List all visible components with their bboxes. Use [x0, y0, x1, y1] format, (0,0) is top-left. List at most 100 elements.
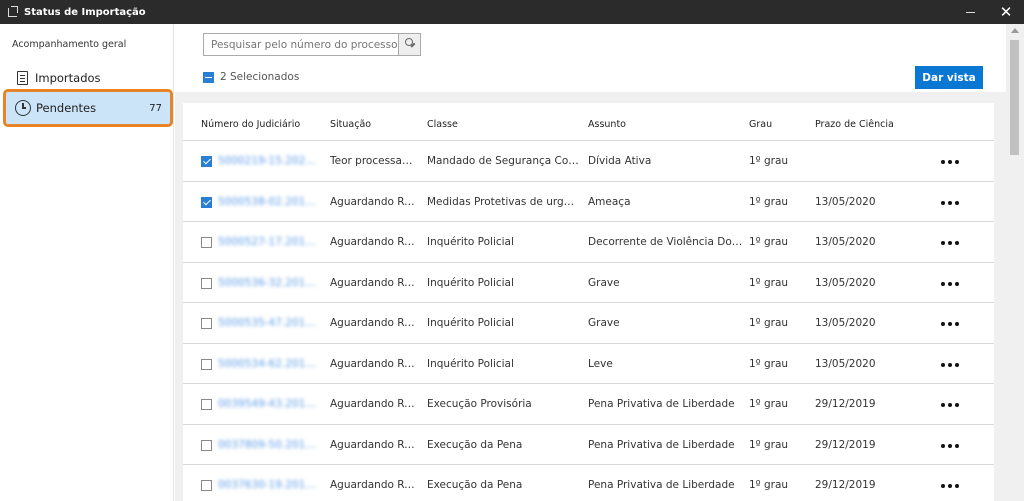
row-checkbox[interactable]: [201, 277, 212, 289]
search-button[interactable]: [399, 33, 421, 56]
dar-vista-button[interactable]: Dar vista: [915, 66, 983, 89]
header-situacao[interactable]: Situação: [330, 119, 371, 130]
table-header: Número do Judiciário Situação Classe Ass…: [183, 103, 994, 141]
classe-cell: Inquérito Policial: [427, 236, 514, 248]
situacao-cell: Aguardando Recebimento: [330, 317, 418, 329]
row-checkbox[interactable]: [201, 318, 212, 329]
numero-link[interactable]: 0039549-43.2019.8.24.0: [218, 398, 318, 410]
window-title: Status de Importação: [24, 6, 146, 18]
classe-cell: Inquérito Policial: [427, 276, 514, 289]
toolbar: 2 Selecionados Dar vista: [175, 24, 1006, 92]
scroll-up-icon[interactable]: [1011, 28, 1019, 33]
grau-cell: 1º grau: [749, 398, 789, 410]
situacao-cell: Teor processado com sucesso: [330, 155, 418, 167]
header-numero[interactable]: Número do Judiciário: [201, 119, 300, 130]
assunto-cell: Pena Privativa de Liberdade: [588, 398, 735, 410]
more-options-icon[interactable]: [941, 241, 959, 245]
numero-link[interactable]: 0037630-19.2019.8.24.0: [218, 479, 318, 491]
classe-cell: Inquérito Policial: [427, 317, 514, 329]
sidebar: Acompanhamento geral Importados Pendente…: [0, 24, 174, 501]
table-row[interactable]: 0037630-19.2019.8.24.0 Aguardando Recebim…: [183, 465, 994, 501]
grau-cell: 1º grau: [749, 357, 789, 370]
row-checkbox[interactable]: [201, 480, 212, 491]
more-options-icon[interactable]: [941, 362, 959, 367]
process-table: Número do Judiciário Situação Classe Ass…: [183, 103, 994, 501]
assunto-cell: Leve: [588, 357, 613, 370]
table-row[interactable]: 5000534-62.2019.8.24.0 Aguardando Recebim…: [183, 344, 994, 384]
assunto-cell: Decorrente de Violência Doméstica: [588, 236, 744, 248]
numero-link[interactable]: 5000535-47.2019.8.24.0: [218, 317, 318, 329]
table-row[interactable]: 5000219-15.2020.8.24.0 Teor processado co…: [183, 141, 994, 182]
selection-indicator[interactable]: 2 Selecionados: [203, 71, 299, 83]
more-options-icon[interactable]: [941, 200, 959, 205]
row-checkbox[interactable]: [201, 156, 212, 167]
vertical-scrollbar[interactable]: [1006, 24, 1024, 501]
table-row[interactable]: 5000536-32.2019.8.24.0 Aguardando Recebim…: [183, 263, 994, 303]
classe-cell: Execução da Pena: [427, 438, 523, 451]
selection-count: 2 Selecionados: [220, 71, 300, 83]
more-options-icon[interactable]: [941, 322, 959, 326]
classe-cell: Execução Provisória: [427, 398, 532, 410]
numero-link[interactable]: 5000527-17.2019.8.24.0: [218, 236, 318, 248]
grau-cell: 1º grau: [749, 276, 789, 289]
grau-cell: 1º grau: [749, 317, 789, 329]
numero-link[interactable]: 5000536-32.2019.8.24.0: [218, 277, 318, 289]
document-icon: [17, 71, 28, 85]
search-box[interactable]: [203, 33, 399, 56]
search-input[interactable]: [211, 38, 398, 51]
table-row[interactable]: 0037809-50.2019.8.24.0 Aguardando Recebim…: [183, 425, 994, 465]
situacao-cell: Aguardando Recebimento: [330, 195, 418, 208]
table-row[interactable]: 0039549-43.2019.8.24.0 Aguardando Recebim…: [183, 384, 994, 425]
prazo-cell: 29/12/2019: [815, 438, 876, 451]
classe-cell: Medidas Protetivas de urgência: [427, 195, 580, 208]
situacao-cell: Aguardando Recebimento: [330, 398, 418, 410]
prazo-cell: 29/12/2019: [815, 479, 876, 491]
prazo-cell: 29/12/2019: [815, 398, 876, 410]
sidebar-item-importados[interactable]: Importados: [6, 62, 170, 94]
sidebar-item-label: Importados: [35, 71, 101, 85]
assunto-cell: Grave: [588, 317, 620, 329]
assunto-cell: Grave: [588, 276, 620, 289]
grau-cell: 1º grau: [749, 195, 789, 208]
clock-icon: [15, 100, 31, 116]
search-icon: [405, 38, 413, 46]
close-button[interactable]: ✕: [988, 0, 1024, 24]
more-options-icon[interactable]: [941, 484, 959, 488]
situacao-cell: Aguardando Recebimento: [330, 276, 418, 289]
numero-link[interactable]: 5000219-15.2020.8.24.0: [218, 155, 318, 167]
situacao-cell: Aguardando Recebimento: [330, 479, 418, 491]
title-bar: Status de Importação ✕: [0, 0, 1024, 24]
grau-cell: 1º grau: [749, 155, 789, 167]
row-checkbox[interactable]: [201, 399, 212, 410]
header-assunto[interactable]: Assunto: [588, 119, 626, 130]
classe-cell: Inquérito Policial: [427, 357, 514, 370]
row-checkbox[interactable]: [201, 439, 212, 451]
more-options-icon[interactable]: [941, 281, 959, 286]
sidebar-item-pendentes[interactable]: Pendentes 77: [3, 89, 173, 127]
row-checkbox[interactable]: [201, 237, 212, 248]
deselect-all-checkbox[interactable]: [203, 71, 214, 83]
numero-link[interactable]: 0037809-50.2019.8.24.0: [218, 439, 318, 451]
table-row[interactable]: 5000538-02.2019.8.24.0 Aguardando Recebim…: [183, 182, 994, 222]
header-classe[interactable]: Classe: [427, 119, 458, 130]
row-checkbox[interactable]: [201, 196, 212, 208]
prazo-cell: 13/05/2020: [815, 357, 876, 370]
table-row[interactable]: 5000535-47.2019.8.24.0 Aguardando Recebim…: [183, 303, 994, 344]
minimize-icon: [965, 11, 975, 13]
more-options-icon[interactable]: [941, 160, 959, 164]
assunto-cell: Ameaça: [588, 195, 631, 208]
table-row[interactable]: 5000527-17.2019.8.24.0 Aguardando Recebim…: [183, 222, 994, 263]
minimize-button[interactable]: [952, 0, 988, 24]
header-prazo[interactable]: Prazo de Ciência: [815, 119, 894, 130]
numero-link[interactable]: 5000534-62.2019.8.24.0: [218, 358, 318, 370]
more-options-icon[interactable]: [941, 403, 959, 407]
row-checkbox[interactable]: [201, 358, 212, 370]
prazo-cell: 13/05/2020: [815, 276, 876, 289]
scrollbar-thumb[interactable]: [1010, 40, 1019, 155]
expand-arrows-icon: [6, 5, 20, 19]
header-grau[interactable]: Grau: [749, 119, 772, 130]
numero-link[interactable]: 5000538-02.2019.8.24.0: [218, 196, 318, 208]
sidebar-header[interactable]: Acompanhamento geral: [12, 39, 126, 50]
situacao-cell: Aguardando Recebimento: [330, 438, 418, 451]
more-options-icon[interactable]: [941, 443, 959, 448]
